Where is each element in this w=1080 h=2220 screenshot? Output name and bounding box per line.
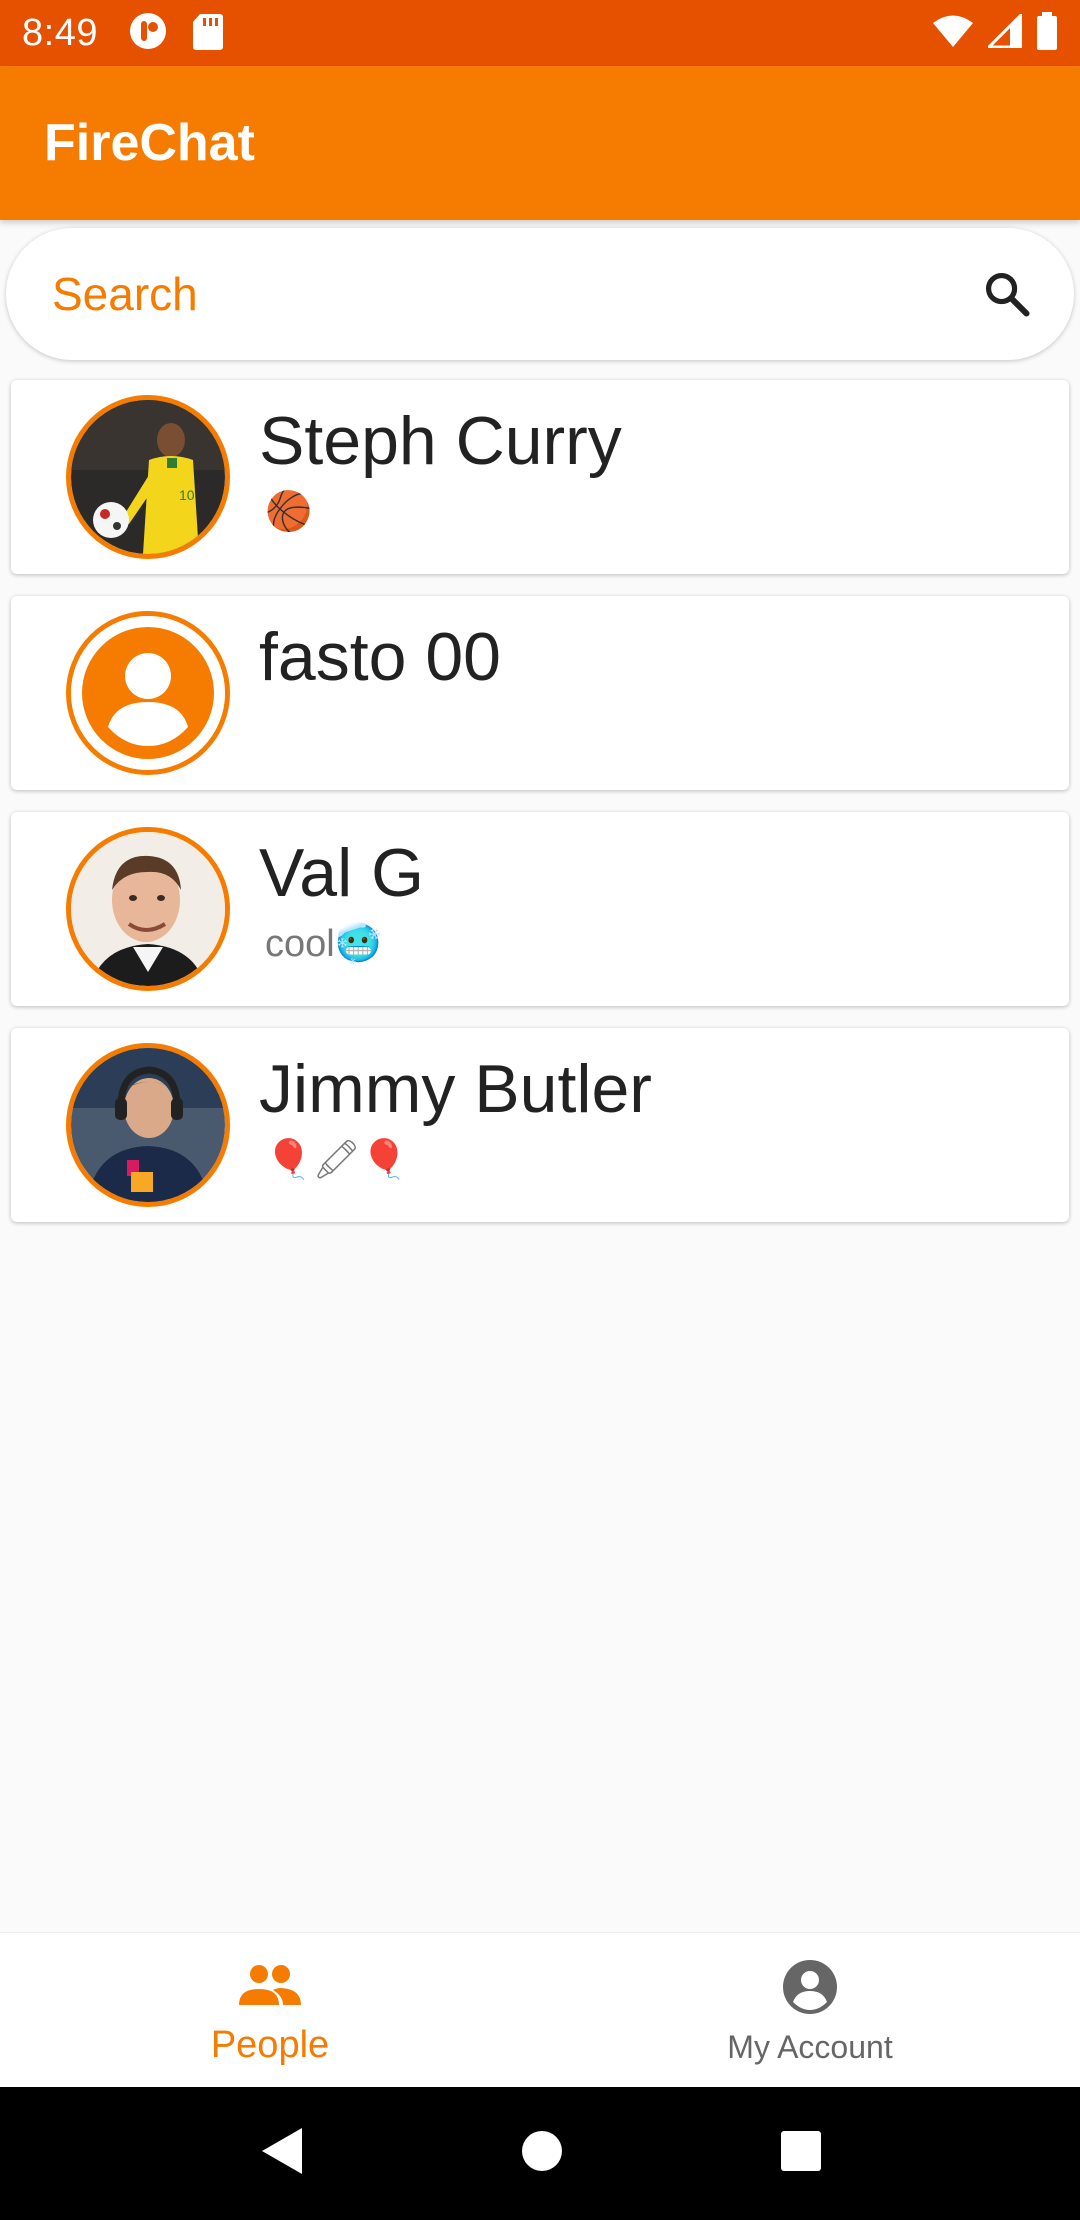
person-name: Steph Curry: [259, 403, 622, 479]
status-bar: 8:49: [0, 0, 1080, 66]
search-input[interactable]: [52, 267, 978, 321]
person-name: Val G: [259, 835, 425, 911]
search-bar[interactable]: [6, 228, 1074, 360]
battery-icon: [1036, 11, 1058, 55]
person-card[interactable]: Jimmy Butler 🎈🖍🎈: [11, 1028, 1069, 1222]
search-icon[interactable]: [978, 265, 1036, 323]
account-circle-icon: [781, 1955, 839, 2019]
avatar-photo: [71, 1048, 225, 1202]
person-card[interactable]: 10 Steph Curry 🏀: [11, 380, 1069, 574]
nav-label-people: People: [210, 2023, 330, 2066]
app-bar: FireChat: [0, 66, 1080, 220]
back-icon[interactable]: [258, 2126, 304, 2181]
person-name: Jimmy Butler: [259, 1051, 652, 1127]
person-name: fasto 00: [259, 619, 501, 695]
person-status: 🎈🖍🎈: [265, 1139, 408, 1181]
recents-icon[interactable]: [780, 2130, 822, 2177]
notification-app-icon: [128, 11, 168, 56]
people-list: 10 Steph Curry 🏀 fasto 00 Val G cool🥶 Ji…: [11, 380, 1069, 1244]
nav-label-my-account: My Account: [727, 2028, 893, 2065]
avatar: 10: [66, 395, 230, 559]
person-card[interactable]: Val G cool🥶: [11, 812, 1069, 1006]
sd-card-icon: [192, 12, 224, 55]
avatar-photo: 10: [71, 400, 225, 554]
people-icon: [237, 1954, 303, 2018]
app-title: FireChat: [44, 114, 255, 172]
default-person-icon: [71, 616, 225, 770]
person-status: cool🥶: [265, 923, 383, 965]
wifi-icon: [932, 14, 974, 53]
person-card[interactable]: fasto 00: [11, 596, 1069, 790]
screen: 8:49 FireChat Search 10 Steph Curry 🏀 fa…: [0, 0, 1080, 2220]
svg-text:10: 10: [179, 487, 195, 503]
status-time: 8:49: [22, 11, 98, 54]
avatar: [66, 827, 230, 991]
person-status: 🏀: [265, 491, 313, 533]
avatar-photo: [71, 832, 225, 986]
nav-item-my-account[interactable]: My Account: [540, 1933, 1080, 2087]
nav-item-people[interactable]: People: [0, 1933, 540, 2087]
avatar: [66, 611, 230, 775]
bottom-navigation: People My Account: [0, 1932, 1080, 2087]
cellular-signal-icon: [985, 10, 1023, 53]
system-navigation-bar: [0, 2087, 1080, 2220]
avatar: [66, 1043, 230, 1207]
home-icon[interactable]: [521, 2130, 563, 2177]
